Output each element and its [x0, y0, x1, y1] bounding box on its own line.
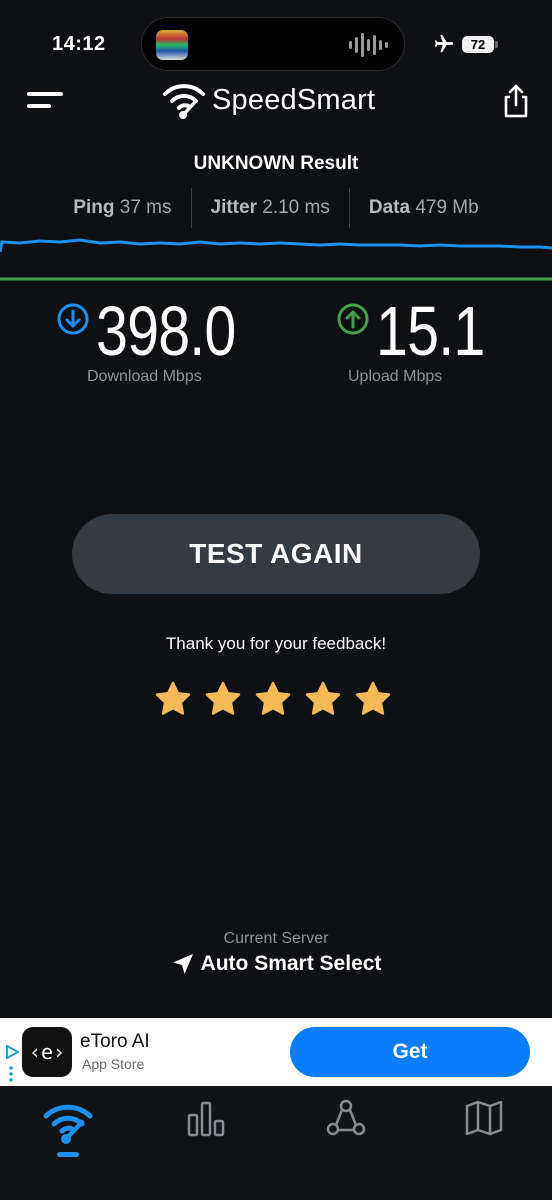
dynamic-island[interactable]: [141, 17, 405, 71]
server-name: Auto Smart Select: [200, 952, 382, 975]
jitter-metric: Jitter 2.10 ms: [192, 197, 349, 219]
download-speed-value: 398.0: [96, 292, 236, 370]
location-arrow-icon: [172, 954, 193, 974]
tab-network-icon: [326, 1099, 366, 1136]
download-arrow-icon: [57, 303, 89, 335]
tab-results-icon: [187, 1101, 225, 1137]
ad-get-button[interactable]: Get: [290, 1027, 530, 1077]
share-icon[interactable]: [500, 83, 532, 119]
active-tab-indicator: [57, 1152, 79, 1157]
battery-indicator: 72: [462, 36, 494, 53]
server-label: Current Server: [223, 930, 329, 947]
jitter-label: Jitter: [210, 197, 257, 218]
menu-icon[interactable]: [24, 88, 68, 114]
ad-app-icon[interactable]: ‹e›: [22, 1027, 72, 1077]
tab-network[interactable]: [316, 1098, 376, 1158]
server-selector[interactable]: Auto Smart Select: [0, 952, 552, 976]
ad-store-label: App Store: [82, 1056, 145, 1072]
brand-name: SpeedSmart: [212, 83, 376, 116]
ping-value: 37 ms: [119, 197, 172, 218]
ad-options-icon[interactable]: [8, 1066, 14, 1082]
tab-map-icon: [465, 1100, 503, 1136]
star-rating[interactable]: [154, 680, 392, 718]
data-metric: Data 479 Mb: [350, 197, 498, 219]
ping-metric: Ping 37 ms: [54, 197, 190, 219]
ad-banner[interactable]: ‹e› eToro AI App Store Get: [0, 1018, 552, 1086]
now-playing-artwork: [156, 30, 188, 60]
battery-tip: [495, 41, 498, 48]
jitter-value: 2.10 ms: [262, 197, 330, 218]
star-icon[interactable]: [204, 680, 242, 718]
tab-bar: [0, 1086, 552, 1200]
download-speed-line: [0, 238, 552, 253]
wifi-logo-icon: [163, 84, 205, 119]
result-metrics: Ping 37 ms Jitter 2.10 ms Data 479 Mb: [0, 188, 552, 228]
star-icon[interactable]: [304, 680, 342, 718]
test-again-button[interactable]: TEST AGAIN: [72, 514, 480, 594]
adchoices-icon[interactable]: [4, 1044, 20, 1060]
ad-app-name[interactable]: eToro AI: [80, 1031, 150, 1053]
airplane-icon: [434, 34, 454, 53]
status-time: 14:12: [52, 33, 106, 55]
star-icon[interactable]: [354, 680, 392, 718]
tab-speed-icon: [43, 1104, 93, 1144]
brand-logo: SpeedSmart: [162, 80, 375, 120]
data-value: 479 Mb: [415, 197, 479, 218]
upload-speed-value: 15.1: [376, 292, 485, 370]
star-icon[interactable]: [254, 680, 292, 718]
speed-graph: [0, 238, 552, 281]
audio-waveform-icon: [349, 32, 388, 58]
tab-results[interactable]: [176, 1098, 236, 1158]
upload-speed-label: Upload Mbps: [348, 368, 443, 385]
star-icon[interactable]: [154, 680, 192, 718]
tab-map[interactable]: [454, 1098, 514, 1158]
feedback-message: Thank you for your feedback!: [165, 634, 387, 653]
result-title: UNKNOWN Result: [193, 153, 359, 174]
tab-speed-test[interactable]: [38, 1098, 98, 1158]
ping-label: Ping: [73, 197, 115, 218]
download-speed-label: Download Mbps: [87, 368, 202, 385]
upload-arrow-icon: [337, 303, 369, 335]
data-label: Data: [368, 197, 411, 218]
